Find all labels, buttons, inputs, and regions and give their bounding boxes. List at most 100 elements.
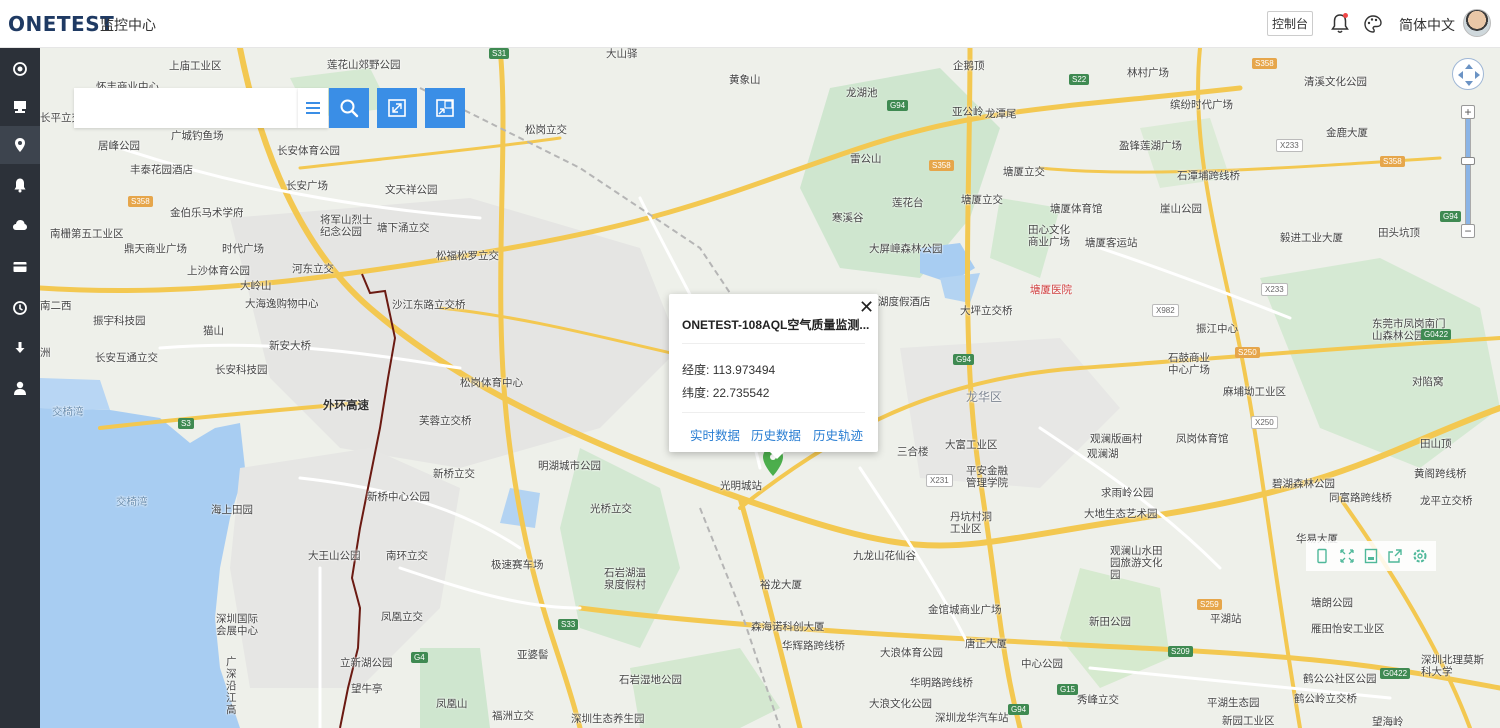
popup-divider [682,412,865,413]
zoom-out-button[interactable]: − [1461,224,1475,238]
map-label: 亚婆髻 [517,649,549,661]
map-label: 龙华区 [966,390,1003,404]
map-label: 亚公岭 [952,106,984,118]
fit-view-icon[interactable] [1339,548,1355,564]
road-shield: S358 [128,196,153,207]
map-label: 麻埔坳工业区 [1223,386,1286,398]
map-pin-icon [15,138,25,152]
search-icon [340,99,359,118]
map-label: 九龙山花仙谷 [853,550,916,562]
map-label: 清溪文化公园 [1304,76,1367,88]
road-shield: G4 [411,652,428,663]
console-button[interactable]: 控制台 [1267,11,1313,36]
monitor-icon [14,101,26,113]
map-canvas[interactable]: 上庙工业区 莲花山郊野公园 大山驿 黄象山 龙湖池 企鹅顶 林村广场 清溪文化公… [40,48,1500,728]
map-label: 田心文化商业广场 [1028,224,1070,248]
notification-bell-icon[interactable] [1330,13,1350,35]
map-label: 新园工业区 [1222,715,1275,727]
sidebar-item-card[interactable] [0,248,40,286]
map-label: 同富路跨线桥 [1329,492,1392,504]
map-label: 平湖生态园 [1207,697,1260,709]
page-title: 监控中心 [100,17,156,33]
road-shield: S358 [1380,156,1405,167]
device-info-popup: ✕ ONETEST-108AQL空气质量监测... 经度: 113.973494… [669,294,878,459]
map-label: 大山驿 [606,48,638,60]
history-data-link[interactable]: 历史数据 [751,425,801,444]
map-label: 大富工业区 [945,439,998,451]
map-tool-bar [1306,541,1436,571]
map-label: 龙潭尾 [985,108,1017,120]
latitude-label: 纬度: [682,386,710,400]
sidebar-item-monitor[interactable] [0,88,40,126]
map-label: 石潭埔跨线桥 [1177,170,1240,182]
sidebar-item-cloud[interactable] [0,206,40,244]
save-icon[interactable] [1363,548,1379,564]
road-shield: S22 [1069,74,1090,85]
road-shield: X250 [1251,416,1278,429]
map-label: 深圳北理莫斯科大学 [1421,654,1484,678]
search-button[interactable] [329,88,369,128]
map-label: 求雨岭公园 [1101,487,1154,499]
map-label: 金鹿大厦 [1326,127,1368,139]
fullscreen-button[interactable] [377,88,417,128]
map-label: 华明路跨线桥 [910,677,973,689]
map-label: 金馆城商业广场 [928,604,1002,616]
sidebar-item-history[interactable] [0,289,40,327]
map-label: 凤凰立交 [381,611,423,623]
search-input[interactable] [74,88,298,128]
close-icon[interactable]: ✕ [859,298,874,316]
clock-icon [13,301,27,315]
map-label: 观澜版画村 [1090,433,1143,445]
map-label: 文天祥公园 [385,184,438,196]
logo[interactable]: ONETEST [8,12,114,36]
palette-icon[interactable] [1363,14,1383,34]
popup-pointer [769,451,785,459]
map-label: 裕龙大厦 [760,579,802,591]
sidebar-item-target[interactable] [0,50,40,88]
export-icon[interactable] [1387,548,1403,564]
list-menu-button[interactable] [298,88,328,128]
realtime-data-link[interactable]: 实时数据 [690,425,740,444]
map-label: 交椅湾 [116,496,148,508]
map-label: 明湖城市公园 [538,460,601,472]
map-label: 新安大桥 [269,340,311,352]
map-label: 长安体育公园 [277,145,340,157]
map-label: 唐正大厦 [965,638,1007,650]
map-label: 崖山公园 [1160,203,1202,215]
top-header: ONETEST 监控中心 控制台 简体中文 [0,0,1500,48]
phone-icon[interactable] [1314,548,1330,564]
language-switcher[interactable]: 简体中文 [1399,15,1455,35]
split-view-button[interactable] [425,88,465,128]
history-track-link[interactable]: 历史轨迹 [813,425,863,444]
sidebar [0,48,40,728]
sidebar-item-location[interactable] [0,126,40,164]
map-label: 黄象山 [729,74,761,86]
map-label: 交椅湾 [52,406,84,418]
map-label: 光桥立交 [590,503,632,515]
road-shield: S33 [558,619,579,630]
map-label: 将军山烈士纪念公园 [320,214,373,238]
map-label: 龙平立交桥 [1420,495,1473,507]
sidebar-item-alarm[interactable] [0,166,40,204]
road-shield: S209 [1168,646,1193,657]
map-label: 观澜山水田园旅游文化园 [1110,545,1163,581]
zoom-in-button[interactable]: + [1461,105,1475,119]
map-label: 大浪文化公园 [869,698,932,710]
map-label: 大屏嶂森林公园 [869,243,943,255]
map-label: 振江中心 [1196,323,1238,335]
road-shield: G94 [1008,704,1030,715]
map-label: 上沙体育公园 [187,265,250,277]
map-pan-control[interactable] [1452,58,1484,90]
sidebar-item-download[interactable] [0,329,40,367]
sidebar-item-user[interactable] [0,369,40,407]
zoom-slider-track[interactable] [1465,108,1471,236]
zoom-slider-thumb[interactable] [1461,157,1475,165]
expand-icon [388,99,406,117]
avatar[interactable] [1463,9,1491,37]
map-label: 居峰公园 [98,140,140,152]
map-label: 森海诺科创大厦 [751,621,825,633]
settings-icon[interactable] [1412,548,1428,564]
map-label: 时代广场 [222,243,264,255]
map-label: 塘厦立交 [961,194,1003,206]
map-label: 金伯乐马术学府 [170,207,244,219]
